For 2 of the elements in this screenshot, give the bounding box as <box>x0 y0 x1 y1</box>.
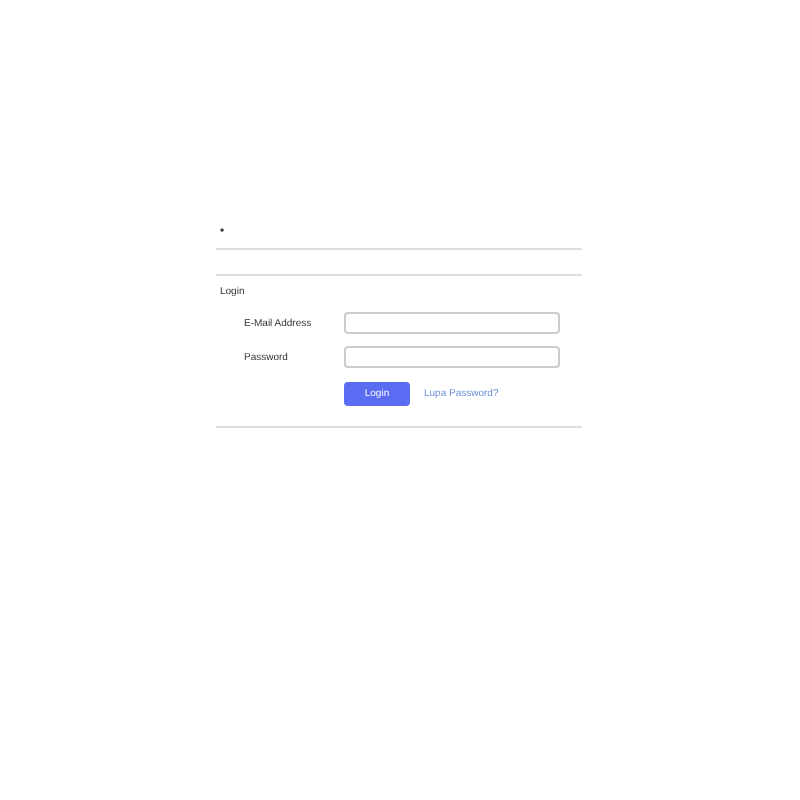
input-field[interactable] <box>344 312 560 334</box>
input-field[interactable] <box>344 346 560 368</box>
